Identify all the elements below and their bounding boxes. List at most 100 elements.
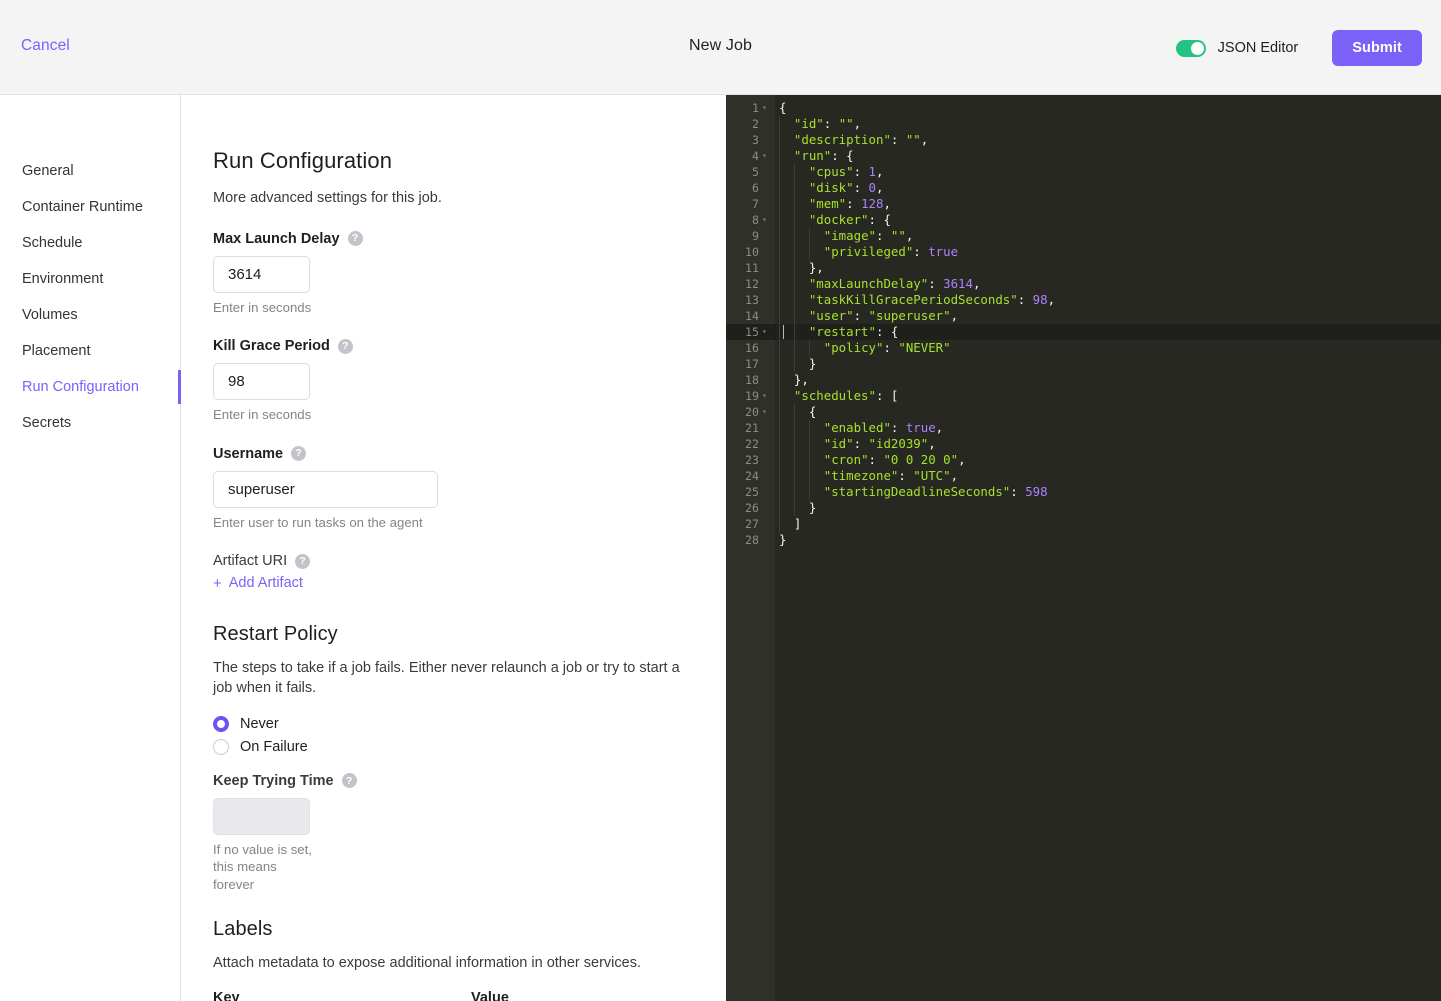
restart-policy-option-on-failure[interactable]: On Failure xyxy=(213,738,726,755)
editor-line-number: 22 xyxy=(745,437,759,451)
editor-token: : xyxy=(1017,292,1033,307)
editor-line[interactable]: 8 ▾ "docker": { xyxy=(726,212,1441,228)
editor-line[interactable]: 9 "image": "", xyxy=(726,228,1441,244)
editor-line[interactable]: 20 ▾ { xyxy=(726,404,1441,420)
editor-line-number: 13 xyxy=(745,293,759,307)
restart-policy-heading: Restart Policy xyxy=(213,622,338,645)
editor-line-content: "docker": { xyxy=(775,212,891,228)
sidebar-item-volumes[interactable]: Volumes xyxy=(0,297,180,333)
sidebar-item-general[interactable]: General xyxy=(0,153,180,189)
question-icon[interactable]: ? xyxy=(341,773,357,789)
editor-line[interactable]: 23 "cron": "0 0 20 0", xyxy=(726,452,1441,468)
question-icon[interactable]: ? xyxy=(291,446,307,462)
editor-line-number: 3 xyxy=(752,133,759,147)
editor-token: , xyxy=(876,180,884,195)
chevron-down-icon[interactable]: ▾ xyxy=(762,324,767,340)
submit-button[interactable]: Submit xyxy=(1332,30,1422,66)
sidebar-item-environment[interactable]: Environment xyxy=(0,261,180,297)
editor-line-number: 7 xyxy=(752,197,759,211)
editor-line-number: 6 xyxy=(752,181,759,195)
keep-trying-time-input xyxy=(213,797,310,835)
add-artifact-label: Add Artifact xyxy=(228,575,303,592)
chevron-down-icon[interactable]: ▾ xyxy=(762,212,767,228)
editor-token: "NEVER" xyxy=(898,340,951,355)
chevron-down-icon[interactable]: ▾ xyxy=(762,148,767,164)
json-editor-toggle-label: JSON Editor xyxy=(1217,40,1299,56)
plus-icon: + xyxy=(213,574,222,592)
editor-token: "privileged" xyxy=(823,244,914,259)
editor-line[interactable]: 25 "startingDeadlineSeconds": 598 xyxy=(726,484,1441,500)
sidebar-item-run-configuration[interactable]: Run Configuration xyxy=(0,369,181,405)
label-row: Key : Value ✕ xyxy=(213,990,726,1001)
editor-token: : xyxy=(846,196,862,211)
editor-line-content: "id": "id2039", xyxy=(775,436,936,452)
question-icon[interactable]: ? xyxy=(337,338,353,354)
chevron-down-icon[interactable]: ▾ xyxy=(762,404,767,420)
question-icon[interactable]: ? xyxy=(347,231,363,247)
editor-token: : xyxy=(1010,484,1026,499)
sidebar-item-schedule[interactable]: Schedule xyxy=(0,225,180,261)
editor-token: , xyxy=(905,228,914,243)
editor-token: , xyxy=(958,452,966,467)
editor-line[interactable]: 4 ▾ "run": { xyxy=(726,148,1441,164)
editor-line[interactable]: 3 "description": "", xyxy=(726,132,1441,148)
editor-line[interactable]: 7 "mem": 128, xyxy=(726,196,1441,212)
editor-line[interactable]: 19 ▾ "schedules": [ xyxy=(726,388,1441,404)
editor-token: , xyxy=(950,468,959,483)
editor-line[interactable]: 21 "enabled": true, xyxy=(726,420,1441,436)
question-icon[interactable]: ? xyxy=(295,553,311,569)
editor-line[interactable]: 17 } xyxy=(726,356,1441,372)
editor-line[interactable]: 11 }, xyxy=(726,260,1441,276)
editor-token: : { xyxy=(875,324,899,339)
editor-line-content: "disk": 0, xyxy=(775,180,884,196)
kill-grace-period-input[interactable] xyxy=(213,363,310,401)
editor-token: "timezone" xyxy=(823,468,899,483)
editor-line-content: "maxLaunchDelay": 3614, xyxy=(775,276,981,292)
username-input[interactable] xyxy=(213,470,438,508)
editor-token: "UTC" xyxy=(913,468,951,483)
chevron-down-icon[interactable]: ▾ xyxy=(762,100,767,116)
editor-token: "id" xyxy=(823,436,854,451)
editor-token xyxy=(779,484,824,499)
json-editor-panel[interactable]: 1 ▾{2 "id": "", 3 "description": "", 4 ▾ "ru… xyxy=(726,95,1441,1001)
run-configuration-form: Run Configuration More advanced settings… xyxy=(181,95,726,1001)
editor-line[interactable]: 14 "user": "superuser", xyxy=(726,308,1441,324)
sidebar-item-container-runtime[interactable]: Container Runtime xyxy=(0,189,180,225)
editor-token: , xyxy=(920,132,929,147)
editor-line[interactable]: 22 "id": "id2039", xyxy=(726,436,1441,452)
editor-line-content: { xyxy=(775,404,816,420)
editor-line[interactable]: 28} xyxy=(726,532,1441,548)
json-editor-toggle[interactable] xyxy=(1175,39,1206,57)
sidebar-item-secrets[interactable]: Secrets xyxy=(0,405,180,441)
editor-token: : { xyxy=(868,212,891,227)
editor-line[interactable]: 12 "maxLaunchDelay": 3614, xyxy=(726,276,1441,292)
username-field: Username ? Enter user to run tasks on th… xyxy=(213,446,726,532)
chevron-down-icon[interactable]: ▾ xyxy=(762,388,767,404)
editor-line[interactable]: 24 "timezone": "UTC", xyxy=(726,468,1441,484)
editor-line[interactable]: 6 "disk": 0, xyxy=(726,180,1441,196)
add-artifact-button[interactable]: + Add Artifact xyxy=(213,575,303,591)
editor-line[interactable]: 2 "id": "", xyxy=(726,116,1441,132)
editor-token xyxy=(779,148,794,163)
editor-token xyxy=(779,340,824,355)
editor-line-number: 17 xyxy=(745,357,759,371)
editor-line[interactable]: 5 "cpus": 1, xyxy=(726,164,1441,180)
editor-line[interactable]: 15 ▾ "restart": { xyxy=(726,324,1441,340)
label-value-column: Value xyxy=(471,990,678,1001)
editor-token: true xyxy=(928,244,959,259)
editor-line[interactable]: 18 }, xyxy=(726,372,1441,388)
username-label-text: Username xyxy=(213,445,284,462)
editor-code-area[interactable]: 1 ▾{2 "id": "", 3 "description": "", 4 ▾ "ru… xyxy=(726,100,1441,548)
max-launch-delay-input[interactable] xyxy=(213,255,310,293)
username-hint: Enter user to run tasks on the agent xyxy=(213,514,423,530)
sidebar-item-placement[interactable]: Placement xyxy=(0,333,180,369)
editor-line[interactable]: 13 "taskKillGracePeriodSeconds": 98, xyxy=(726,292,1441,308)
editor-line[interactable]: 26 } xyxy=(726,500,1441,516)
restart-policy-option-never[interactable]: Never xyxy=(213,715,726,732)
editor-line[interactable]: 10 "privileged": true xyxy=(726,244,1441,260)
kill-grace-period-label-text: Kill Grace Period xyxy=(213,338,330,355)
editor-caret xyxy=(783,325,784,339)
editor-line[interactable]: 16 "policy": "NEVER" xyxy=(726,340,1441,356)
editor-line[interactable]: 1 ▾ { xyxy=(726,100,1441,116)
editor-line[interactable]: 27 ] xyxy=(726,516,1441,532)
